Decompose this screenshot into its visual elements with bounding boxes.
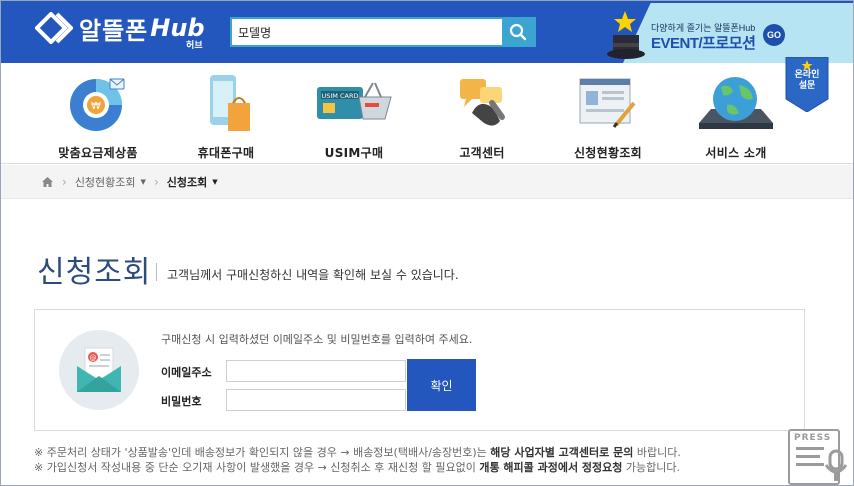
notice-item: ※ 가입신청서 작성내용 중 단순 오기재 사항이 발생했을 경우 → 신청취소… (34, 460, 681, 475)
breadcrumb: › 신청현황조회 ▼ › 신청조회 ▼ (1, 165, 853, 199)
password-label: 비밀번호 (161, 395, 202, 408)
form-hint: 구매신청 시 입력하셨던 이메일주소 및 비밀번호를 입력하여 주세요. (161, 333, 473, 346)
confirm-button[interactable]: 확인 (407, 359, 476, 411)
plan-icon: ₩ (70, 78, 125, 131)
top-header: 알뜰폰 Hub허브 다양하게 즐기는 알뜰폰Hub EVENT/프로모션 GO (1, 1, 853, 63)
customer-center-icon (460, 79, 505, 126)
search-button[interactable] (502, 19, 534, 45)
svg-text:USIM CARD: USIM CARD (322, 92, 359, 100)
breadcrumb-label: 신청조회 (166, 175, 208, 189)
nav-label: 서비스 소개 (705, 146, 767, 160)
phone-bag-icon (210, 75, 250, 131)
survey-line1: 온라인 (794, 70, 820, 80)
notice-text: ※ 주문처리 상태가 '상품발송'인데 배송정보가 확인되지 않을 경우 → 배… (34, 446, 491, 459)
title-divider (156, 263, 157, 281)
survey-text: 온라인 설문 (784, 70, 830, 92)
nav-item-service-intro[interactable]: 서비스 소개 (671, 69, 801, 161)
notice-text: ※ 가입신청서 작성내용 중 단순 오기재 사항이 발생했을 경우 → 신청취소… (34, 461, 480, 474)
logo-mark-icon (34, 11, 74, 45)
event-promotion-banner[interactable]: 다양하게 즐기는 알뜰폰Hub EVENT/프로모션 GO (605, 3, 853, 63)
globe-icon (699, 77, 773, 129)
notice-emphasis: 개통 해피콜 과정에서 정정요청 (479, 461, 623, 474)
search-box (230, 17, 536, 47)
password-field[interactable] (226, 389, 406, 411)
nav-label: 휴대폰구매 (197, 146, 255, 160)
breadcrumb-item-current[interactable]: 신청조회 ▼ (167, 174, 218, 190)
nav-label: 신청현황조회 (573, 146, 643, 160)
svg-text:₩: ₩ (91, 101, 101, 112)
svg-text:@: @ (90, 354, 97, 362)
notice-text: 가능합니다. (622, 461, 680, 474)
event-go-button[interactable]: GO (763, 24, 785, 46)
nav-label: 맞춤요금제상품 (58, 146, 138, 160)
nav-item-customer-center[interactable]: 고객센터 (417, 69, 547, 161)
notice-list: ※ 주문처리 상태가 '상품발송'인데 배송정보가 확인되지 않을 경우 → 배… (34, 445, 681, 475)
breadcrumb-separator: › (62, 174, 67, 189)
search-input[interactable] (232, 19, 504, 45)
page-description: 고객님께서 구매신청하신 내역을 확인해 보실 수 있습니다. (167, 268, 459, 282)
email-field[interactable] (226, 360, 406, 382)
logo-sub-text: 허브 (186, 41, 203, 51)
breadcrumb-item-status[interactable]: 신청현황조회 ▼ (75, 174, 146, 190)
caret-down-icon: ▼ (140, 177, 146, 186)
site-logo[interactable]: 알뜰폰 Hub 허브 (34, 11, 205, 51)
magic-hat-icon (607, 11, 645, 59)
email-label: 이메일주소 (161, 366, 212, 379)
home-icon[interactable] (41, 176, 54, 188)
page-title: 신청조회 (37, 255, 152, 290)
email-envelope-icon: @ (77, 347, 121, 392)
logo-text: 알뜰폰 (79, 16, 149, 45)
breadcrumb-separator: › (153, 174, 159, 189)
survey-line2: 설문 (798, 81, 816, 91)
logo-hub: Hub 허브 (150, 14, 204, 51)
nav-item-application-status[interactable]: 신청현황조회 (543, 69, 673, 161)
press-badge[interactable]: PRESS (786, 429, 852, 485)
nav-item-plan[interactable]: ₩ 맞춤요금제상품 (33, 69, 163, 161)
main-nav: ₩ 맞춤요금제상품 휴대폰구매 USIM CARD USIM구매 고객센터 신청… (1, 63, 853, 164)
usim-card-icon: USIM CARD (317, 82, 392, 120)
nav-label: USIM구매 (324, 146, 384, 160)
nav-item-usim[interactable]: USIM CARD USIM구매 (289, 69, 419, 161)
caret-down-icon: ▼ (212, 177, 218, 186)
lookup-form: @ 구매신청 시 입력하셨던 이메일주소 및 비밀번호를 입력하여 주세요. 이… (34, 309, 805, 431)
event-title: EVENT/프로모션 (651, 35, 756, 52)
notice-text: 바랍니다. (633, 446, 681, 459)
notice-emphasis: 해당 사업자별 고객센터로 문의 (490, 446, 634, 459)
search-icon (509, 23, 527, 41)
notice-item: ※ 주문처리 상태가 '상품발송'인데 배송정보가 확인되지 않을 경우 → 배… (34, 445, 681, 460)
online-survey-badge[interactable]: 온라인 설문 (784, 57, 830, 112)
press-label: PRESS (794, 433, 832, 443)
nav-item-phone-purchase[interactable]: 휴대폰구매 (161, 69, 291, 161)
application-status-icon (579, 78, 636, 128)
breadcrumb-label: 신청현황조회 (74, 175, 136, 189)
nav-label: 고객센터 (459, 146, 505, 160)
mail-icon-circle: @ (59, 330, 139, 410)
